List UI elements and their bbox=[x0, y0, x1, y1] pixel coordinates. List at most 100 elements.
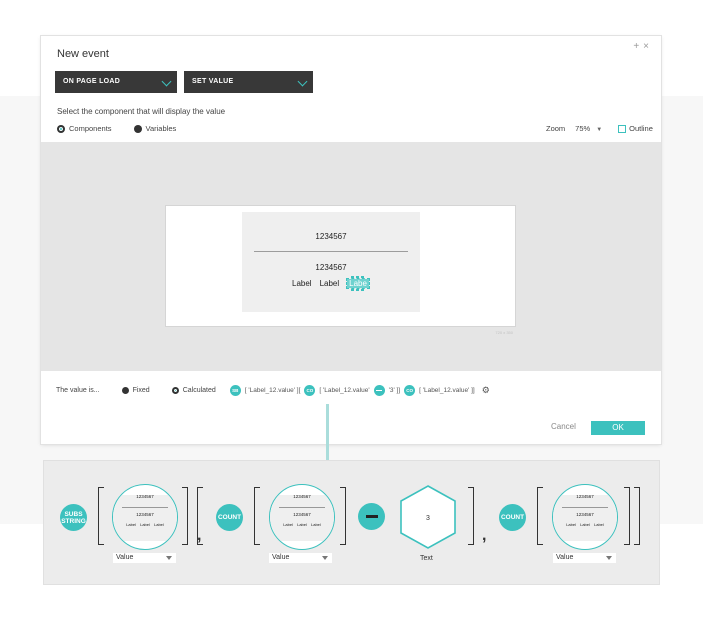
preview-label[interactable]: Label bbox=[320, 279, 340, 288]
caret-down-icon bbox=[166, 556, 172, 560]
bracket-close bbox=[340, 487, 346, 545]
divider bbox=[562, 507, 608, 508]
radio-selected-icon bbox=[57, 124, 65, 133]
screen: New event +× ON PAGE LOAD SET VALUE Sele… bbox=[0, 0, 703, 623]
divider bbox=[122, 507, 168, 508]
divider bbox=[279, 507, 325, 508]
radio-unselected-icon bbox=[121, 387, 129, 394]
count-token[interactable]: CO bbox=[304, 385, 316, 396]
radio-selected-icon bbox=[171, 387, 179, 394]
dialog-title: New event bbox=[57, 48, 109, 60]
component-thumbnail[interactable]: 1234567 1234567 Label Label Label bbox=[112, 484, 178, 550]
event-action-select[interactable]: SET VALUE bbox=[184, 71, 313, 93]
outline-checkbox[interactable] bbox=[618, 124, 627, 133]
gear-icon[interactable]: ⚙ bbox=[482, 385, 490, 396]
zoom-label: Zoom bbox=[546, 124, 566, 133]
preview-labels: Label Label Labe bbox=[292, 276, 370, 291]
count-token[interactable]: COUNT bbox=[499, 504, 526, 531]
dropdown-value: Value bbox=[556, 554, 574, 561]
caret-down-icon bbox=[322, 556, 328, 560]
chevron-down-icon bbox=[161, 76, 172, 87]
close-icon[interactable]: × bbox=[643, 41, 653, 52]
minus-token[interactable] bbox=[373, 385, 385, 396]
source-radio-group: Components Variables bbox=[57, 124, 198, 133]
event-action-value: SET VALUE bbox=[192, 78, 234, 85]
count-token[interactable]: COUNT bbox=[216, 504, 243, 531]
radio-components[interactable]: Components bbox=[57, 124, 112, 133]
count-token[interactable]: CO bbox=[404, 385, 416, 396]
caret-down-icon: ▼ bbox=[596, 127, 603, 133]
radio-unselected-icon bbox=[133, 124, 142, 133]
thumbnail-labels: Label Label Label bbox=[283, 522, 321, 527]
bracket-close bbox=[634, 487, 640, 545]
property-dropdown[interactable]: Value bbox=[553, 553, 616, 563]
thumbnail-labels: Label Label Label bbox=[126, 522, 164, 527]
dropdown-value: Value bbox=[116, 554, 134, 561]
event-trigger-value: ON PAGE LOAD bbox=[63, 78, 121, 85]
dropdown-value: Value bbox=[272, 554, 290, 561]
ok-button[interactable]: OK bbox=[591, 421, 645, 435]
outline-label: Outline bbox=[629, 124, 653, 133]
preview-label[interactable]: Label bbox=[292, 279, 312, 288]
hex-value: 3 bbox=[426, 515, 430, 522]
substring-token[interactable]: SB bbox=[229, 385, 241, 396]
property-dropdown[interactable]: Value bbox=[269, 553, 332, 563]
comma: , bbox=[482, 527, 487, 544]
component-thumbnail[interactable]: 1234567 1234567 Label Label Label bbox=[552, 484, 618, 550]
thumbnail-value: 1234567 bbox=[136, 512, 154, 517]
preview-panel: 1234567 1234567 Label Label Labe bbox=[242, 212, 420, 312]
radio-fixed-label: Fixed bbox=[132, 387, 150, 394]
property-dropdown[interactable]: Value bbox=[113, 553, 176, 563]
radio-variables[interactable]: Variables bbox=[133, 124, 177, 133]
window-buttons: +× bbox=[633, 41, 653, 52]
preview-label-selected[interactable]: Labe bbox=[346, 276, 370, 291]
zoom-value: 75% bbox=[575, 124, 591, 133]
artboard: 1234567 1234567 Label Label Labe 720 x 3… bbox=[165, 205, 516, 335]
cancel-button[interactable]: Cancel bbox=[551, 422, 576, 431]
component-thumbnail[interactable]: 1234567 1234567 Label Label Label bbox=[269, 484, 335, 550]
radio-fixed[interactable]: Fixed bbox=[121, 387, 150, 394]
thumbnail-labels: Label Label Label bbox=[566, 522, 604, 527]
thumbnail-panel bbox=[553, 495, 617, 541]
thumbnail-value: 1234567 bbox=[576, 494, 594, 499]
bracket-close bbox=[624, 487, 630, 545]
zoom-select[interactable]: 75% ▼ bbox=[575, 124, 602, 133]
artboard-size: 720 x 350 bbox=[495, 330, 513, 335]
hex-label: Text bbox=[420, 555, 433, 562]
new-event-dialog: New event +× ON PAGE LOAD SET VALUE Sele… bbox=[41, 36, 661, 444]
thumbnail-panel bbox=[113, 495, 177, 541]
expression-text[interactable]: [ 'Label_12.value' ][ bbox=[245, 387, 301, 394]
bracket-open bbox=[197, 487, 203, 545]
expression-text[interactable]: '3' ]] bbox=[389, 387, 401, 394]
minus-token[interactable] bbox=[358, 503, 385, 530]
bracket-open bbox=[98, 487, 104, 545]
bracket-open bbox=[254, 487, 260, 545]
component-prompt: Select the component that will display t… bbox=[57, 107, 226, 116]
value-row: The value is... Fixed Calculated SB [ 'L… bbox=[56, 385, 490, 396]
event-trigger-select[interactable]: ON PAGE LOAD bbox=[55, 71, 177, 93]
bracket-open bbox=[537, 487, 543, 545]
radio-calculated[interactable]: Calculated bbox=[171, 387, 216, 394]
thumbnail-panel bbox=[270, 495, 334, 541]
preview-value-top[interactable]: 1234567 bbox=[242, 232, 420, 241]
bracket-close bbox=[468, 487, 474, 545]
preview-value-bottom[interactable]: 1234567 bbox=[242, 263, 420, 272]
plus-icon[interactable]: + bbox=[633, 41, 643, 52]
chevron-down-icon bbox=[297, 76, 308, 87]
expression-text[interactable]: [ 'Label_12.value' bbox=[319, 387, 369, 394]
formula-builder: SUBS STRING 1234567 1234567 Label Label … bbox=[43, 460, 660, 585]
text-value-hexagon[interactable]: 3 bbox=[398, 484, 458, 550]
radio-components-label: Components bbox=[69, 124, 112, 133]
zoom-control: Zoom 75% ▼ Outline bbox=[546, 124, 653, 133]
thumbnail-value: 1234567 bbox=[136, 494, 154, 499]
radio-variables-label: Variables bbox=[145, 124, 177, 133]
radio-calculated-label: Calculated bbox=[182, 387, 216, 394]
caret-down-icon bbox=[606, 556, 612, 560]
thumbnail-value: 1234567 bbox=[576, 512, 594, 517]
thumbnail-value: 1234567 bbox=[293, 512, 311, 517]
preview-canvas: 1234567 1234567 Label Label Labe 720 x 3… bbox=[41, 142, 661, 371]
substring-token[interactable]: SUBS STRING bbox=[60, 504, 87, 531]
thumbnail-value: 1234567 bbox=[293, 494, 311, 499]
expression-text[interactable]: [ 'Label_12.value' ]] bbox=[419, 387, 475, 394]
bracket-close bbox=[182, 487, 188, 545]
